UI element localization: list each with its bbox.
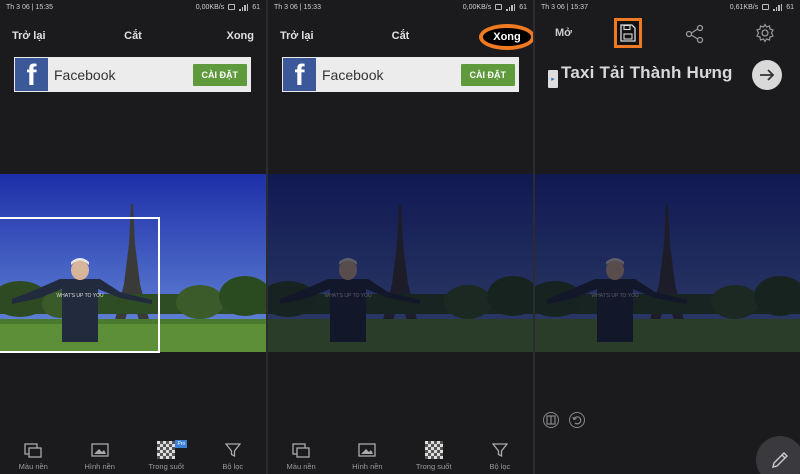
done-button[interactable]: Xong [227,30,255,42]
signal-icon [506,3,516,11]
compare-icon[interactable] [543,412,559,428]
tool-wallpaper[interactable]: Hình nền [337,441,397,471]
tool-label: Trong suốt [148,462,185,471]
ad-title: Taxi Tải Thành Hưng [561,63,733,82]
facebook-logo-icon: f [15,58,48,91]
battery-level: 61 [519,3,527,11]
signal-icon [239,3,249,11]
filter-icon [490,441,510,459]
alarm-icon [495,4,503,10]
bottom-toolbar: Màu nền Hình nền Pro Trong suốt Bộ lọc [0,434,266,474]
wallpaper-icon [90,441,110,459]
tool-transparent[interactable]: Pro Trong suốt [136,440,196,471]
wallpaper-icon [357,441,377,459]
tool-transparent[interactable]: Trong suốt [404,441,464,471]
ad-choices-icon[interactable]: ▸ [548,70,558,88]
tool-background-color[interactable]: Màu nền [3,441,63,471]
pencil-icon [772,452,788,468]
transparent-icon [424,441,443,459]
signal-icon [773,3,783,11]
save-icon [620,24,636,42]
editor-panel-crop: Th 3 06 | 15:35 0,00KB/s 61 Trở lại Cắt … [0,0,266,474]
filter-icon [223,441,243,459]
network-speed: 0,00KB/s [462,3,492,11]
back-button[interactable]: Trở lại [12,30,46,42]
tool-wallpaper[interactable]: Hình nền [70,441,130,471]
undo-icon[interactable] [569,412,585,428]
ad-title: Facebook [322,66,384,83]
save-button[interactable] [614,18,642,48]
back-button[interactable]: Trở lại [280,30,314,42]
photo-canvas[interactable]: WHAT'S UP TO YOU [535,174,800,352]
status-bar: Th 3 06 | 15:37 0,61KB/s 61 [535,0,800,14]
tool-label: Hình nền [352,462,383,471]
facebook-ad-banner[interactable]: f Facebook CÀI ĐẶT [282,57,519,92]
top-bar: Trở lại Cắt Xong [0,26,266,46]
done-button-highlighted[interactable]: Xong [479,24,535,50]
bottom-toolbar: Màu nền Hình nền Trong suốt Bộ lọc [268,434,533,474]
transparent-icon: Pro [157,440,188,459]
background-color-icon [23,441,43,459]
tool-filter[interactable]: Bộ lọc [203,441,263,471]
alarm-icon [228,4,236,10]
background-color-icon [291,441,311,459]
tool-label: Màu nền [18,462,48,471]
top-bar: Mở [535,18,800,48]
network-speed: 0,00KB/s [195,3,225,11]
status-time: Th 3 06 | 15:33 [274,3,321,11]
pro-badge: Pro [175,440,188,448]
battery-level: 61 [786,3,794,11]
editor-panel-crop-preview: Th 3 06 | 15:33 0,00KB/s 61 Trở lại Cắt … [268,0,533,474]
status-bar: Th 3 06 | 15:33 0,00KB/s 61 [268,0,533,14]
install-button[interactable]: CÀI ĐẶT [192,63,247,86]
tool-label: Màu nền [286,462,316,471]
photo-canvas[interactable]: WHAT'S UP TO YOU [268,174,533,352]
status-time: Th 3 06 | 15:35 [6,3,53,11]
open-button[interactable]: Mở [555,27,572,39]
tool-label: Hình nền [84,462,115,471]
tool-background-color[interactable]: Màu nền [271,441,331,471]
dim-overlay [535,174,800,352]
facebook-logo-icon: f [283,58,316,91]
status-time: Th 3 06 | 15:37 [541,3,588,11]
ad-title: Facebook [54,66,116,83]
tool-label: Trong suốt [415,462,452,471]
gear-icon[interactable] [755,23,775,48]
edit-fab[interactable] [756,436,800,474]
editor-panel-result: Th 3 06 | 15:37 0,61KB/s 61 Mở ▸ Taxi Tả… [535,0,800,474]
taxi-ad-banner[interactable]: ▸ Taxi Tải Thành Hưng [535,60,800,90]
arrow-right-icon[interactable] [752,60,782,90]
status-bar: Th 3 06 | 15:35 0,00KB/s 61 [0,0,266,14]
alarm-icon [762,4,770,10]
tool-filter[interactable]: Bộ lọc [470,441,530,471]
dim-overlay [268,174,533,352]
network-speed: 0,61KB/s [729,3,759,11]
battery-level: 61 [252,3,260,11]
tool-label: Bộ lọc [489,462,511,471]
install-button[interactable]: CÀI ĐẶT [460,63,515,86]
crop-frame[interactable] [0,217,160,353]
tool-label: Bộ lọc [222,462,244,471]
facebook-ad-banner[interactable]: f Facebook CÀI ĐẶT [14,57,251,92]
share-icon[interactable] [685,24,705,49]
